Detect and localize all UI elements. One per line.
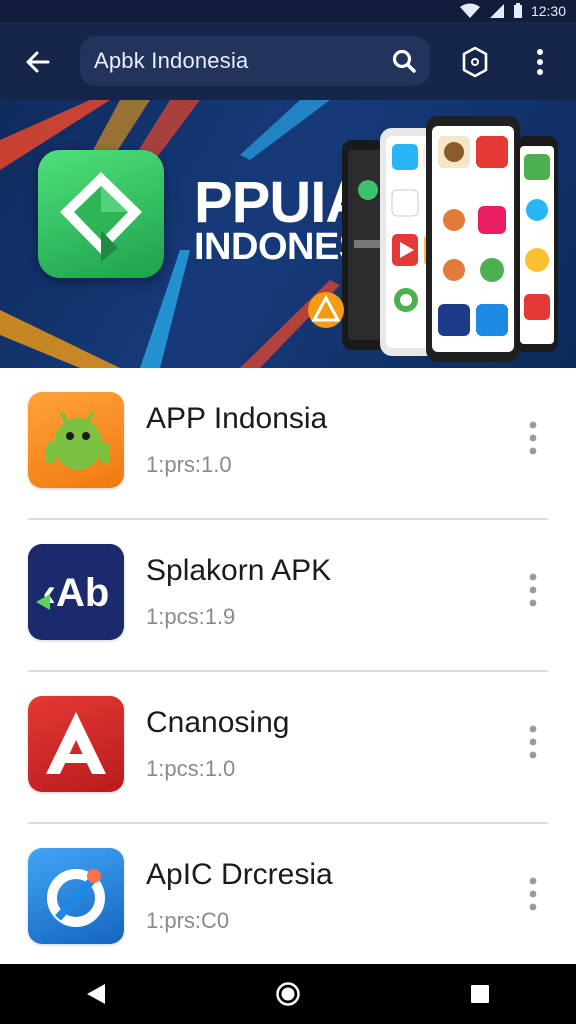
app-name: Splakorn APK [146,554,332,587]
swirl-logo-icon [47,869,105,927]
search-field[interactable]: Apbk Indonesia [80,36,430,86]
promo-banner[interactable]: PPUIA INDONESIA [0,100,576,368]
more-vert-icon [529,725,537,759]
search-query: Apbk Indonesia [94,48,249,73]
app-name: APP Indonsia [146,402,328,435]
app-version: 1:prs:C0 [146,908,230,933]
app-icon [28,848,124,944]
nav-home-button[interactable] [258,964,318,1024]
app-name: ApIC Drcresia [146,858,333,891]
app-icon [28,696,124,792]
back-button[interactable] [18,42,58,82]
more-vert-icon [529,877,537,911]
gem-logo-icon [60,172,142,262]
list-item[interactable]: ‹Ab Splakorn APK 1:pcs:1.9 [28,520,548,672]
home-circle-icon [276,982,300,1006]
item-more-button[interactable] [518,418,548,458]
banner-app-logo [38,150,164,278]
wifi-icon [459,3,481,19]
list-item[interactable]: ApIC Drcresia 1:prs:C0 [28,824,548,976]
shield-button[interactable] [456,42,494,82]
nav-back-button[interactable] [66,964,126,1024]
system-nav-bar [0,964,576,1024]
app-version: 1:pcs:1.0 [146,756,236,781]
search-button[interactable] [388,45,420,77]
list-item[interactable]: APP Indonsia 1:prs:1.0 [28,368,548,520]
search-icon [392,49,416,73]
more-vert-icon [529,421,537,455]
app-icon [28,392,124,488]
triangle-back-icon [87,984,105,1004]
a-logo-icon [46,712,106,774]
svg-text:‹Ab: ‹Ab [43,571,110,615]
phones-illustration [342,116,558,362]
app-version: 1:pcs:1.9 [146,604,236,629]
apk-logo-icon: ‹Ab [36,571,110,615]
nav-recents-button[interactable] [450,964,510,1024]
status-bar: 12:30 [0,0,576,22]
item-more-button[interactable] [518,570,548,610]
item-more-button[interactable] [518,874,548,914]
app-name: Cnanosing [146,706,290,739]
android-icon [46,412,110,470]
top-app-bar: Apbk Indonesia [0,22,576,100]
shield-icon [462,46,488,78]
more-vert-icon [537,49,543,75]
app-icon: ‹Ab [28,544,124,640]
app-list: APP Indonsia 1:prs:1.0 ‹Ab Splakorn APK … [0,368,576,976]
square-recents-icon [471,985,489,1003]
warning-badge-icon [308,292,344,328]
overflow-menu-button[interactable] [522,42,558,82]
list-item[interactable]: Cnanosing 1:pcs:1.0 [28,672,548,824]
signal-icon [489,3,505,19]
item-more-button[interactable] [518,722,548,762]
arrow-left-icon [26,51,50,73]
battery-icon [513,3,523,19]
status-time: 12:30 [530,3,566,19]
more-vert-icon [529,573,537,607]
app-version: 1:prs:1.0 [146,452,232,477]
